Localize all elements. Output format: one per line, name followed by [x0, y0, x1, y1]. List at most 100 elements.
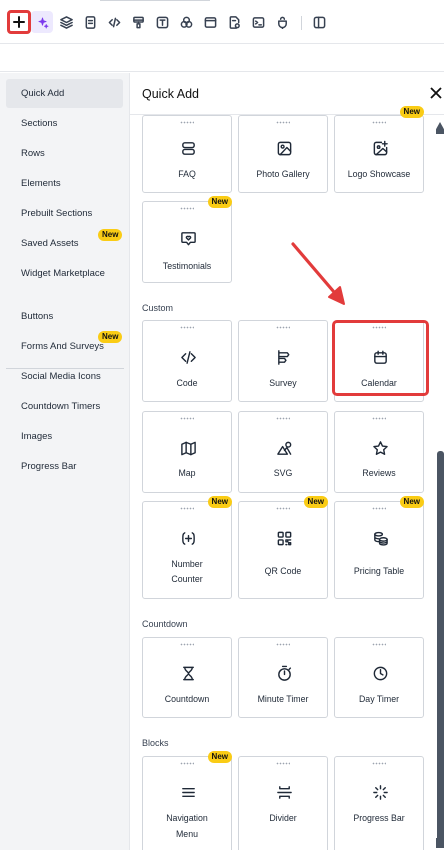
new-badge: New [98, 331, 123, 343]
drag-handle-icon[interactable] [276, 417, 290, 420]
element-card-pricing-table[interactable]: New Pricing Table [334, 496, 424, 599]
drag-handle-icon[interactable] [276, 643, 290, 646]
hourglass-icon [178, 663, 198, 683]
page-settings-button[interactable] [224, 12, 244, 32]
drag-handle-icon[interactable] [276, 326, 290, 329]
sidebar-item-buttons[interactable]: Buttons [6, 302, 123, 331]
quick-add-panel: Quick Add FAQ Photo Gallery New Logo Sho… [130, 73, 444, 850]
element-card-svg[interactable]: SVG [238, 411, 328, 493]
brush-icon [132, 16, 144, 28]
drag-handle-icon[interactable] [276, 507, 290, 510]
card-label: Divider [269, 813, 297, 823]
new-badge: New [303, 496, 328, 508]
sidebar-item-sections[interactable]: Sections [6, 109, 123, 138]
drag-handle-icon[interactable] [276, 121, 290, 124]
preview-button[interactable] [309, 12, 329, 32]
sidebar-item-rows[interactable]: Rows [6, 139, 123, 168]
close-icon[interactable] [430, 86, 444, 100]
element-card-qr-code[interactable]: New QR Code [238, 496, 328, 599]
section-label-blocks: Blocks [142, 738, 169, 748]
sidebar-item-label: Prebuilt Sections [21, 208, 93, 219]
sidebar-item-widget-marketplace[interactable]: Widget Marketplace [6, 259, 123, 288]
add-element-button[interactable] [7, 10, 31, 34]
card-label: Logo Showcase [347, 169, 411, 179]
divider-icon [274, 782, 294, 802]
drag-handle-icon[interactable] [180, 417, 194, 420]
code-button[interactable] [104, 12, 124, 32]
drag-handle-icon[interactable] [372, 417, 386, 420]
card-label: Countdown [164, 694, 210, 704]
qr-code-icon [274, 528, 294, 548]
sidebar-item-social-media-icons[interactable]: Social Media Icons [6, 362, 123, 391]
annotation-arrow-icon [410, 309, 444, 389]
element-card-survey[interactable]: Survey [238, 320, 328, 402]
element-card-map[interactable]: Map [142, 411, 232, 493]
card-label: Reviews [362, 468, 396, 478]
element-card-reviews[interactable]: Reviews [334, 411, 424, 493]
scroll-up-arrow[interactable] [436, 122, 444, 134]
card-label: Map [178, 468, 196, 478]
drag-handle-icon[interactable] [180, 207, 194, 210]
new-badge: New [98, 229, 123, 241]
layers-icon [59, 15, 73, 29]
card-label: Progress Bar [353, 813, 405, 823]
element-card-minute-timer[interactable]: Minute Timer [238, 637, 328, 718]
sidebar-item-countdown-timers[interactable]: Countdown Timers [6, 392, 123, 421]
new-badge: New [207, 196, 232, 208]
element-card-testimonials[interactable]: New Testimonials [142, 196, 232, 283]
faq-icon [178, 138, 198, 158]
element-card-countdown[interactable]: Countdown [142, 637, 232, 718]
ai-button[interactable] [31, 11, 53, 33]
sidebar-item-prebuilt-sections[interactable]: Prebuilt Sections [6, 199, 123, 228]
drag-handle-icon[interactable] [180, 507, 194, 510]
plus-icon [13, 16, 25, 28]
drag-handle-icon[interactable] [372, 643, 386, 646]
element-card-logo-showcase[interactable]: New Logo Showcase [334, 106, 424, 193]
layers-button[interactable] [56, 12, 76, 32]
section-label-countdown: Countdown [142, 619, 188, 629]
menu-icon [178, 782, 198, 802]
integrations-button[interactable] [272, 12, 292, 32]
code-icon [178, 347, 198, 367]
drag-handle-icon[interactable] [180, 762, 194, 765]
sidebar-item-elements[interactable]: Elements [6, 169, 123, 198]
element-card-number-counter[interactable]: New Number Counter [142, 496, 232, 599]
sidebar-item-label: Rows [21, 148, 45, 159]
card-label: Counter [171, 574, 203, 584]
element-card-faq[interactable]: FAQ [142, 115, 232, 193]
card-label: FAQ [178, 169, 196, 179]
element-card-day-timer[interactable]: Day Timer [334, 637, 424, 718]
layout-button[interactable] [200, 12, 220, 32]
text-button[interactable] [152, 12, 172, 32]
red-arrow-icon [291, 242, 345, 305]
panel-icon [313, 16, 325, 28]
element-card-divider[interactable]: Divider [238, 756, 328, 850]
sidebar-item-progress-bar[interactable]: Progress Bar [6, 452, 123, 481]
scrollbar-thumb[interactable] [437, 451, 444, 846]
sidebar-item-quick-add[interactable]: Quick Add [6, 79, 123, 108]
drag-handle-icon[interactable] [180, 326, 194, 329]
drag-handle-icon[interactable] [180, 643, 194, 646]
drag-handle-icon[interactable] [180, 121, 194, 124]
element-card-navigation-menu[interactable]: New Navigation Menu [142, 751, 232, 850]
element-card-progress-bar[interactable]: Progress Bar [334, 756, 424, 850]
drag-handle-icon[interactable] [372, 762, 386, 765]
sidebar-item-images[interactable]: Images [6, 422, 123, 451]
sidebar: Quick Add Sections Rows Elements Prebuil… [0, 73, 130, 850]
text-icon [156, 16, 168, 28]
sidebar-item-label: Forms And Surveys [21, 341, 104, 352]
card-label: QR Code [264, 566, 302, 576]
drag-handle-icon[interactable] [372, 121, 386, 124]
pages-button[interactable] [80, 12, 100, 32]
element-card-photo-gallery[interactable]: Photo Gallery [238, 115, 328, 193]
scroll-down-arrow[interactable] [436, 838, 444, 848]
card-label: Code [176, 378, 198, 388]
drag-handle-icon[interactable] [372, 507, 386, 510]
drag-handle-icon[interactable] [276, 762, 290, 765]
element-card-code[interactable]: Code [142, 320, 232, 402]
paint-button[interactable] [128, 12, 148, 32]
colors-button[interactable] [176, 12, 196, 32]
sidebar-item-label: Buttons [21, 311, 54, 322]
terminal-button[interactable] [248, 12, 268, 32]
sidebar-item-label: Widget Marketplace [21, 268, 105, 279]
